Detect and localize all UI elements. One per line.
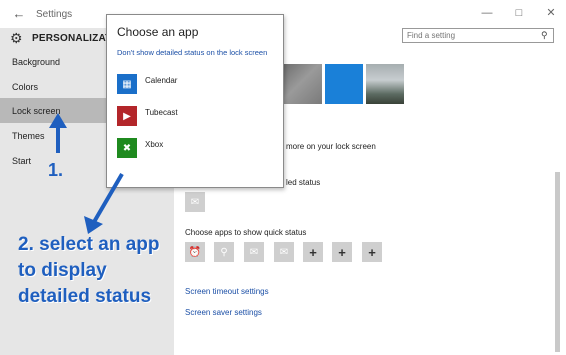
background-thumbnail[interactable] — [366, 64, 404, 104]
popup-title: Choose an app — [117, 25, 199, 39]
close-icon[interactable]: ✕ — [544, 6, 558, 20]
no-detailed-status-option[interactable]: Don't show detailed status on the lock s… — [117, 48, 267, 57]
search-icon[interactable]: ⚲ — [541, 30, 548, 41]
calendar-icon: ▦ — [117, 74, 137, 94]
add-icon: + — [338, 244, 346, 260]
background-thumbnails — [284, 64, 404, 104]
quick-status-add-tile[interactable]: + — [303, 242, 323, 262]
alarm-icon: ⏰ — [188, 246, 202, 258]
app-option-xbox[interactable]: ✖ Xbox — [117, 138, 163, 158]
app-option-label: Calendar — [145, 76, 178, 85]
sidebar-item-label: Colors — [12, 81, 39, 92]
quick-status-tile-mail-2[interactable]: ✉ — [274, 242, 294, 262]
scrollbar[interactable] — [555, 172, 560, 352]
detailed-status-app-tile[interactable]: ✉ — [185, 192, 205, 212]
quick-status-add-tile[interactable]: + — [362, 242, 382, 262]
annotation-step-2: 2. select an app to display detailed sta… — [18, 234, 160, 307]
app-option-tubecast[interactable]: ▶ Tubecast — [117, 106, 178, 126]
settings-window: ← Settings — □ ✕ ⚙ PERSONALIZATION Backg… — [0, 0, 566, 355]
mail-icon: ✉ — [190, 196, 200, 208]
screen-saver-link[interactable]: Screen saver settings — [185, 308, 262, 317]
gear-icon: ⚙ — [10, 30, 23, 46]
search-box[interactable]: ⚲ — [402, 28, 554, 43]
app-option-label: Xbox — [145, 140, 164, 149]
quick-status-tile-alarm[interactable]: ⏰ — [185, 242, 205, 262]
app-option-calendar[interactable]: ▦ Calendar — [117, 74, 177, 94]
annotation-step-1: 1. — [48, 160, 64, 180]
app-option-label: Tubecast — [145, 108, 178, 117]
mail-icon: ✉ — [249, 246, 259, 258]
add-icon: + — [309, 244, 317, 260]
sidebar-item-label: Themes — [12, 130, 45, 141]
minimize-icon[interactable]: — — [480, 6, 494, 20]
choose-app-popup: Choose an app Don't show detailed status… — [106, 14, 284, 188]
mail-icon: ✉ — [279, 246, 289, 258]
quick-status-add-tile[interactable]: + — [332, 242, 352, 262]
background-thumbnail[interactable] — [325, 64, 363, 104]
tubecast-icon: ▶ — [117, 106, 137, 126]
detailed-status-label: led status — [286, 178, 321, 187]
quick-status-tile-search[interactable]: ⚲ — [214, 242, 234, 262]
back-arrow-icon[interactable]: ← — [12, 7, 26, 21]
window-title: Settings — [36, 9, 73, 20]
maximize-icon[interactable]: □ — [512, 6, 526, 20]
sidebar-item-label: Start — [12, 155, 32, 166]
sidebar-item-label: Background — [12, 56, 61, 67]
search-input[interactable] — [403, 30, 537, 41]
screen-timeout-link[interactable]: Screen timeout settings — [185, 287, 269, 296]
lock-screen-info-text: more on your lock screen — [286, 142, 376, 151]
background-thumbnail[interactable] — [284, 64, 322, 104]
search-icon: ⚲ — [220, 246, 228, 258]
xbox-icon: ✖ — [117, 138, 137, 158]
quick-status-label: Choose apps to show quick status — [185, 228, 307, 237]
sidebar-item-label: Lock screen — [12, 105, 61, 116]
add-icon: + — [368, 244, 376, 260]
window-controls: — □ ✕ — [480, 6, 558, 20]
quick-status-tile-mail[interactable]: ✉ — [244, 242, 264, 262]
